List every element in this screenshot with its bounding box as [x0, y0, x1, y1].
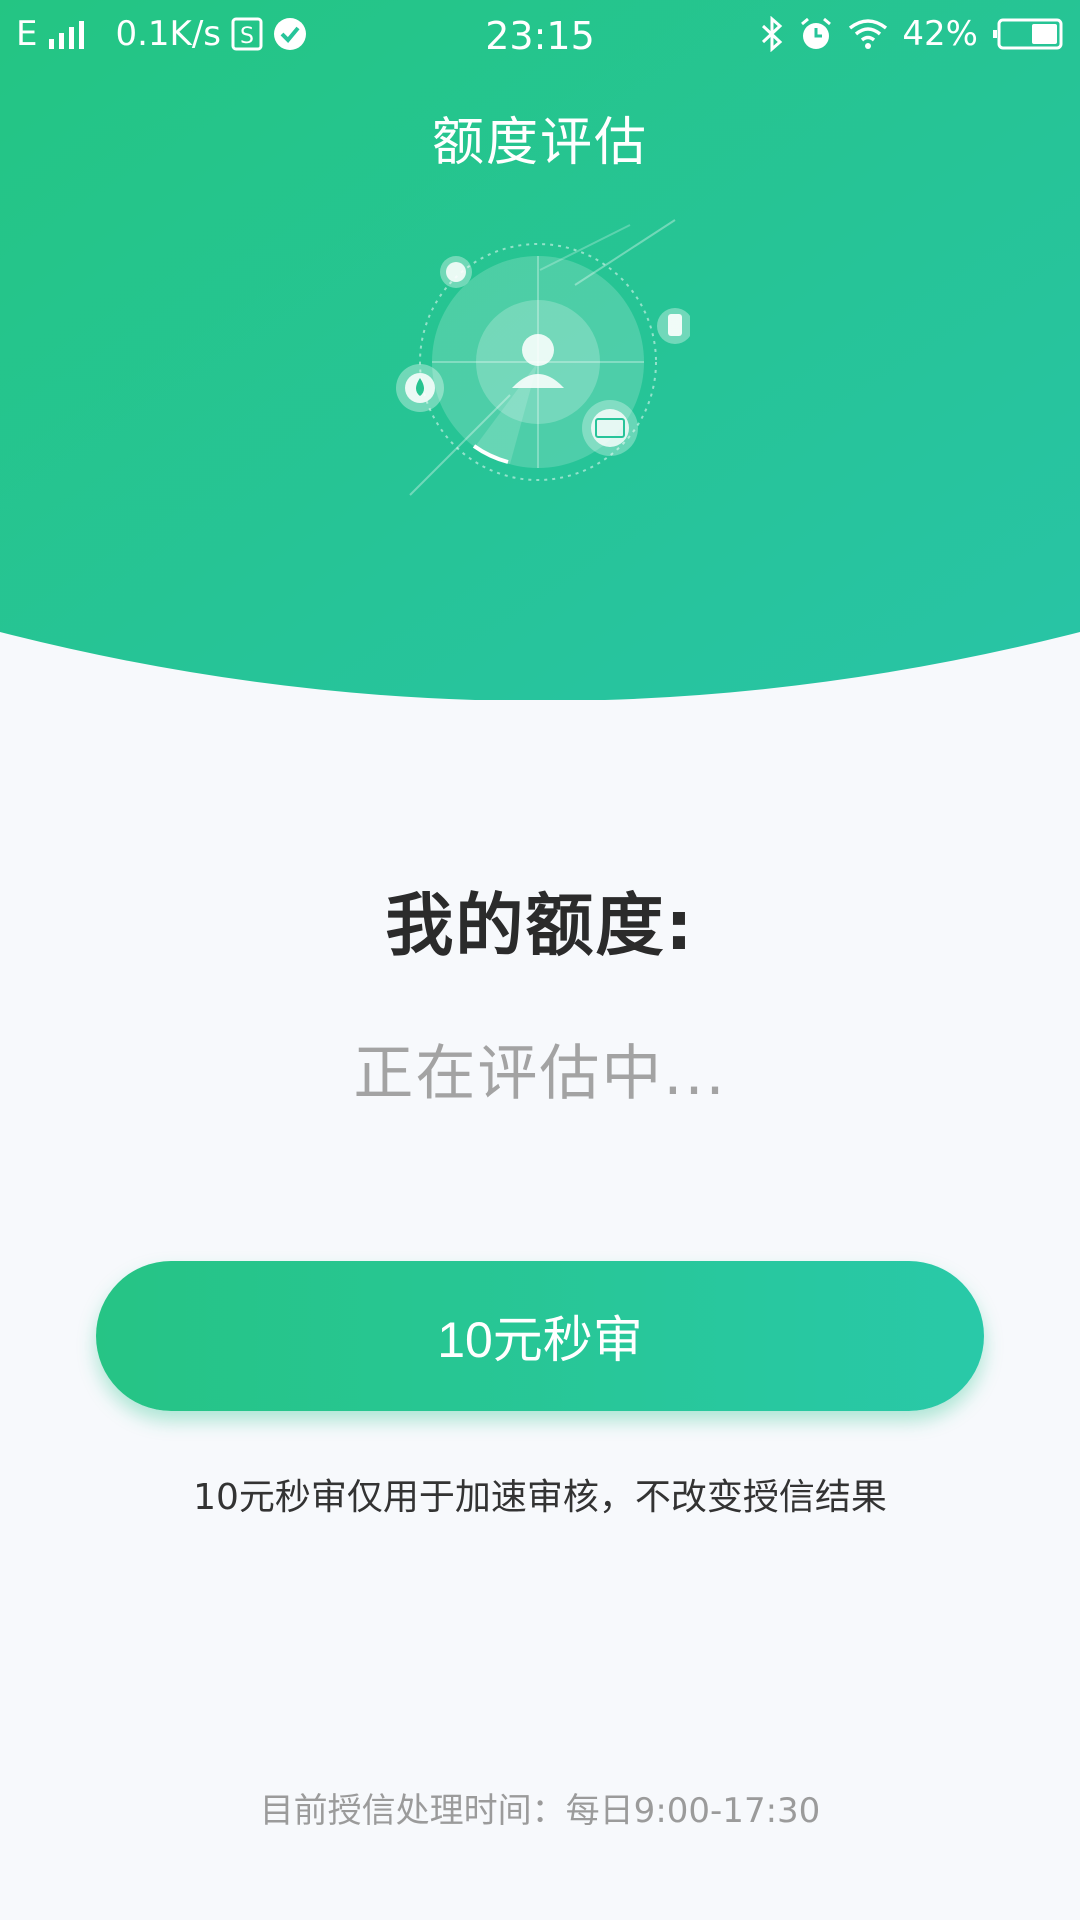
- battery-percent: 42%: [902, 14, 978, 54]
- bluetooth-icon: [760, 16, 784, 52]
- status-bar: E 0.1K/s S 23:15 42%: [0, 0, 1080, 76]
- page-title: 额度评估: [431, 113, 648, 173]
- quota-label: 我的额度:: [385, 887, 695, 966]
- assessment-illustration: [390, 210, 693, 510]
- fast-review-button[interactable]: 10元秒审: [96, 1261, 984, 1411]
- person-icon: [522, 334, 554, 366]
- alarm-icon: [798, 16, 834, 52]
- fast-review-note: 10元秒审仅用于加速审核，不改变授信结果: [193, 1477, 887, 1518]
- screen: E 0.1K/s S 23:15 42% 额度评估 我的额度: 正在评估中...…: [0, 0, 1080, 1920]
- quota-status: 正在评估中...: [353, 1039, 727, 1109]
- battery-icon: [992, 17, 1064, 51]
- wifi-icon: [848, 18, 888, 50]
- processing-hours-note: 目前授信处理时间：每日9:00-17:30: [259, 1791, 821, 1831]
